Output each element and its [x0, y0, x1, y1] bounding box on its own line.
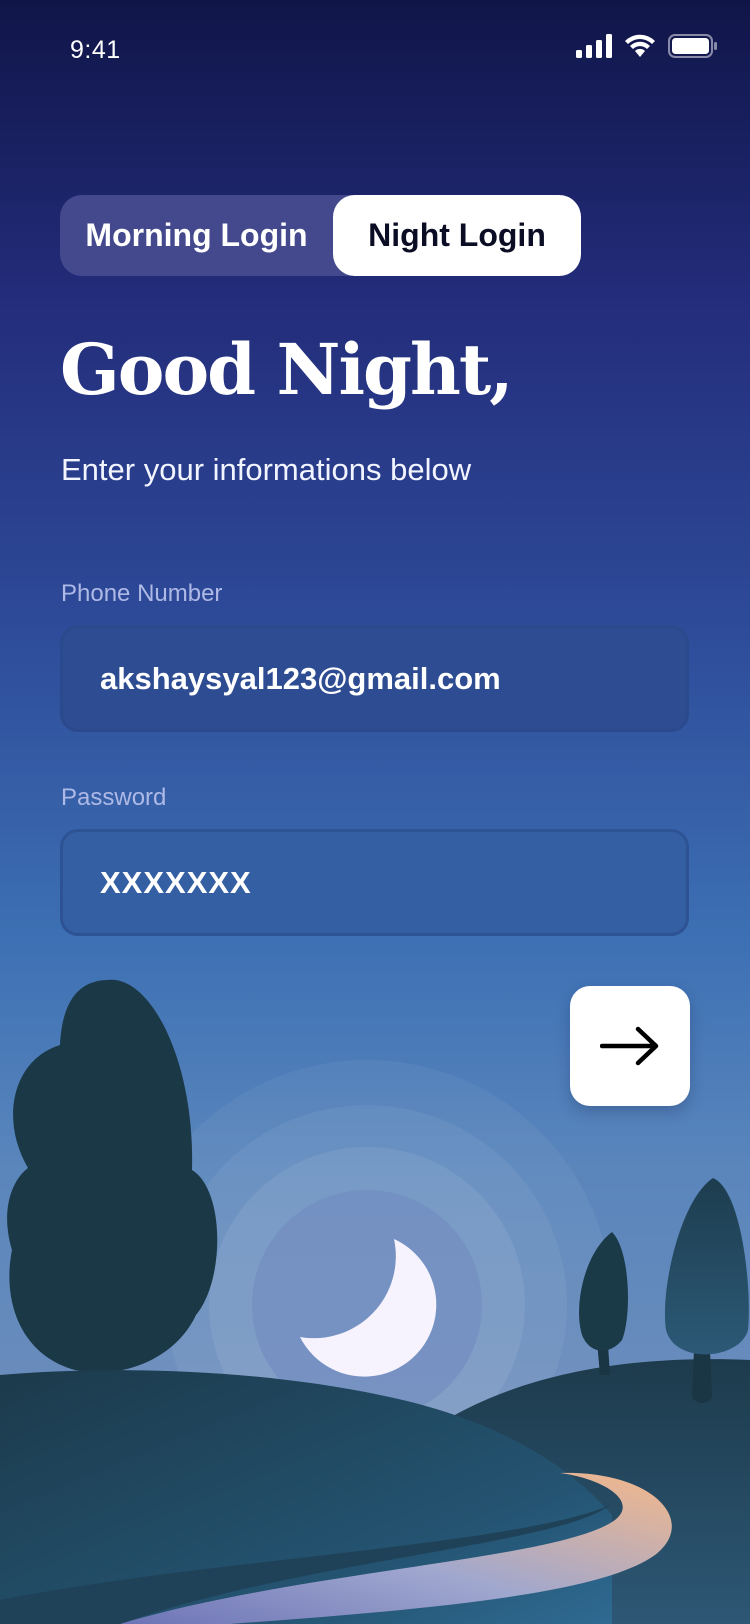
password-field[interactable]: XXXXXXX [60, 829, 689, 936]
page-title: Good Night, [60, 328, 514, 411]
phone-number-field[interactable]: akshaysyal123@gmail.com [60, 625, 689, 732]
battery-icon [668, 34, 717, 58]
signal-icon [576, 34, 612, 58]
submit-button[interactable] [570, 986, 690, 1106]
phone-number-label: Phone Number [61, 580, 223, 607]
wifi-icon [625, 34, 655, 57]
page-subtitle: Enter your informations below [61, 452, 472, 487]
login-mode-toggle: Morning Login Night Login [60, 195, 581, 276]
tab-night-login[interactable]: Night Login [333, 195, 581, 276]
tab-morning-login-label: Morning Login [85, 217, 308, 253]
phone-number-value: akshaysyal123@gmail.com [100, 660, 501, 696]
password-label: Password [61, 784, 167, 811]
tab-morning-login[interactable]: Morning Login [60, 195, 333, 276]
password-value: XXXXXXX [100, 864, 252, 900]
night-login-screen: 9:41 Morning Login Night Login Good Nigh… [0, 0, 750, 1624]
status-icons [576, 34, 718, 58]
arrow-right-icon [600, 1026, 659, 1066]
tab-night-login-label: Night Login [368, 217, 546, 253]
status-time: 9:41 [70, 36, 121, 64]
